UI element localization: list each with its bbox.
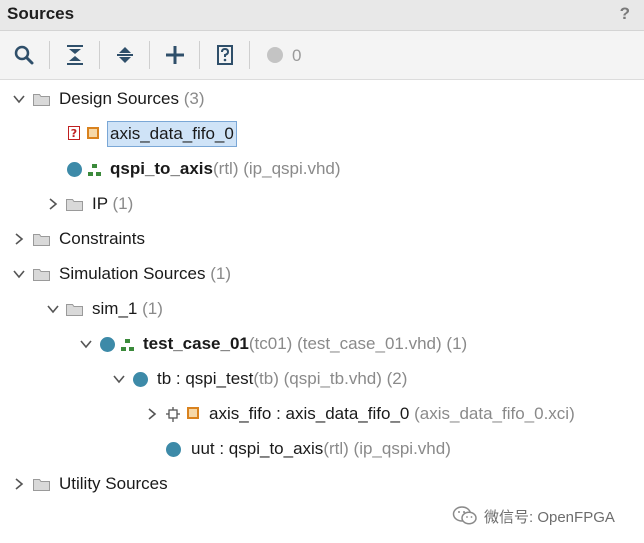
toolbar-separator [199,41,200,69]
tree-row-qspi-to-axis[interactable]: qspi_to_axis(rtl) (ip_qspi.vhd) [0,153,644,187]
top-module-dot-icon [100,337,115,352]
axis-fifo-name: axis_fifo : axis_data_fifo_0 [209,404,410,423]
test-case-count: (1) [446,334,468,353]
wechat-icon [452,506,477,525]
chevron-down-icon[interactable] [46,302,60,316]
qspi-to-axis-name: qspi_to_axis [110,159,213,178]
search-button[interactable] [9,41,39,69]
properties-button[interactable] [210,41,240,69]
watermark: 微信号: OpenFPGA [452,504,615,528]
qspi-to-axis-type: (rtl) [213,159,239,178]
sim-1-count: (1) [142,299,163,318]
simulation-sources-count: (1) [210,264,231,283]
sim-1-label: sim_1 [92,299,138,318]
ip-count: (1) [112,194,134,213]
chevron-right-icon[interactable] [46,197,60,211]
ip-icon [87,127,99,139]
module-dot-icon [166,442,181,457]
ip-instance-icon [166,407,180,422]
tree-row-axis-data-fifo[interactable]: ? axis_data_fifo_0 [0,118,644,152]
utility-sources-label: Utility Sources [59,474,168,493]
add-sources-button[interactable] [160,41,190,69]
ip-icon [187,407,199,419]
folder-icon [66,199,83,211]
tree-row-axis-fifo[interactable]: axis_fifo : axis_data_fifo_0 (axis_data_… [0,398,644,432]
help-icon[interactable]: ? [620,4,630,24]
watermark-text: 微信号: OpenFPGA [484,508,615,526]
gray-circle-icon [267,47,283,63]
tb-name: tb : qspi_test [157,369,254,388]
search-icon [14,45,34,65]
status-count: 0 [292,46,302,65]
top-module-dot-icon [67,162,82,177]
tree-row-utility-sources[interactable]: Utility Sources [0,468,644,502]
folder-icon [66,304,83,316]
collapse-all-button[interactable] [60,41,90,69]
panel-header: Sources ? [0,0,644,31]
toolbar-separator [99,41,100,69]
hierarchy-icon [88,164,101,176]
plus-icon [166,46,184,64]
toolbar-separator [49,41,50,69]
toolbar-separator [149,41,150,69]
chevron-right-icon[interactable] [145,407,159,421]
test-case-name: test_case_01 [143,334,249,353]
axis-data-fifo-label[interactable]: axis_data_fifo_0 [107,121,237,147]
question-document-icon [217,45,233,65]
folder-icon [33,234,50,246]
uut-type: (rtl) [323,439,349,458]
folder-icon [33,269,50,281]
qspi-to-axis-file: (ip_qspi.vhd) [243,159,341,178]
tb-count: (2) [386,369,408,388]
panel-title: Sources [7,4,75,23]
chevron-down-icon[interactable] [79,337,93,351]
module-dot-icon [133,372,148,387]
chevron-down-icon[interactable] [12,92,26,106]
axis-fifo-file: (axis_data_fifo_0.xci) [414,404,575,423]
simulation-sources-label: Simulation Sources [59,264,206,283]
tree-row-constraints[interactable]: Constraints [0,223,644,257]
tb-file: (qspi_tb.vhd) [283,369,382,388]
tb-type: (tb) [253,369,279,388]
ip-label: IP [92,194,108,213]
toolbar-separator [249,41,250,69]
tree-row-simulation-sources[interactable]: Simulation Sources (1) [0,258,644,292]
test-case-type: (tc01) [248,334,293,353]
status-indicator [260,41,290,69]
constraints-label: Constraints [59,229,145,248]
folder-icon [33,94,50,106]
hierarchy-icon [121,339,134,351]
tree-row-tb[interactable]: tb : qspi_test(tb) (qspi_tb.vhd) (2) [0,363,644,397]
chevron-right-icon[interactable] [12,477,26,491]
expand-all-icon [117,47,133,63]
toolbar: 0 [0,31,644,80]
design-sources-count: (3) [183,89,205,108]
expand-all-button[interactable] [110,41,140,69]
uut-file: (ip_qspi.vhd) [353,439,451,458]
tree-row-ip[interactable]: IP (1) [0,188,644,222]
uut-name: uut : qspi_to_axis [191,439,324,458]
folder-icon [33,479,50,491]
tree-row-design-sources[interactable]: Design Sources (3) [0,83,644,117]
chevron-down-icon[interactable] [12,267,26,281]
tree-row-sim-1[interactable]: sim_1 (1) [0,293,644,327]
chevron-down-icon[interactable] [112,372,126,386]
test-case-file: (test_case_01.vhd) [297,334,442,353]
collapse-all-icon [67,45,83,65]
tree-row-uut[interactable]: uut : qspi_to_axis(rtl) (ip_qspi.vhd) [0,433,644,467]
design-sources-label: Design Sources [59,89,180,108]
chevron-right-icon[interactable] [12,232,26,246]
sources-tree: Design Sources (3) ? axis_data_fifo_0 qs… [0,80,644,543]
tree-row-test-case-01[interactable]: test_case_01(tc01) (test_case_01.vhd) (1… [0,328,644,362]
missing-source-icon: ? [68,126,80,140]
